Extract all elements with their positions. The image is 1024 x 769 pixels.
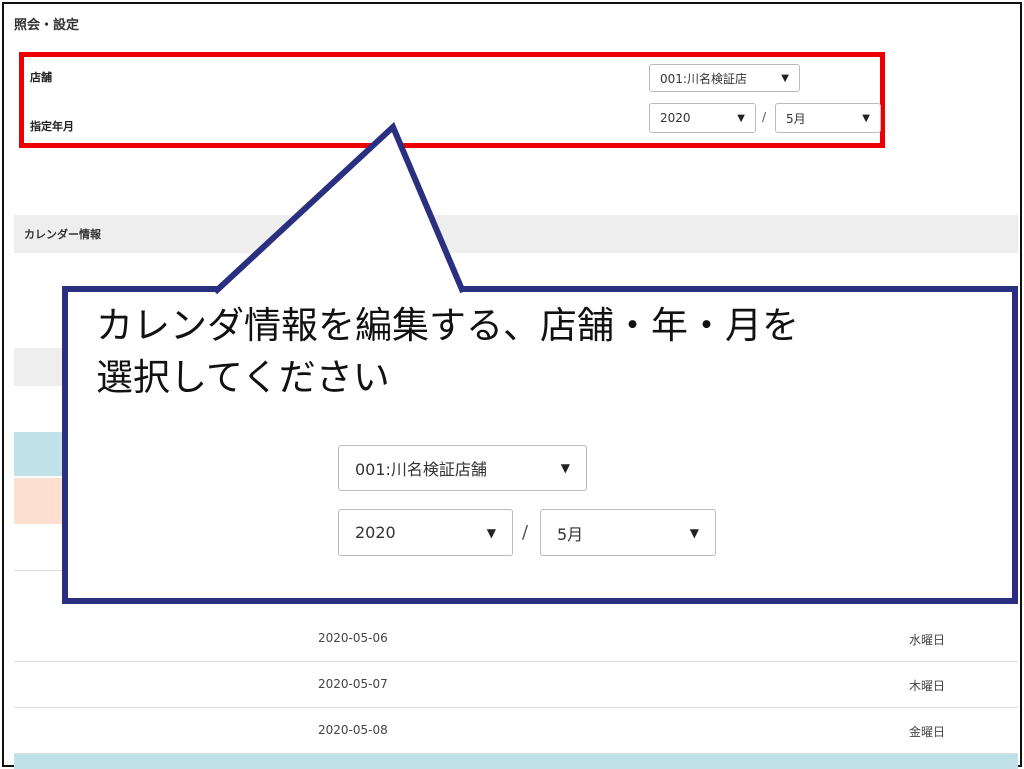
callout-date-separator: / [522, 522, 529, 543]
callout-store-value: 001:川名検証店舗 [355, 460, 487, 479]
callout-store-select[interactable]: 001:川名検証店舗 ▼ [338, 445, 587, 491]
caret-down-icon: ▼ [560, 461, 570, 475]
caret-down-icon: ▼ [486, 525, 496, 540]
callout-year-value: 2020 [355, 523, 396, 542]
caret-down-icon: ▼ [689, 525, 699, 540]
callout-month-value: 5月 [557, 524, 584, 544]
callout-month-select[interactable]: 5月 ▼ [540, 509, 716, 556]
callout-instruction-text: カレンダ情報を編集する、店舗・年・月を 選択してください [96, 304, 799, 399]
callout-year-select[interactable]: 2020 ▼ [338, 509, 513, 556]
